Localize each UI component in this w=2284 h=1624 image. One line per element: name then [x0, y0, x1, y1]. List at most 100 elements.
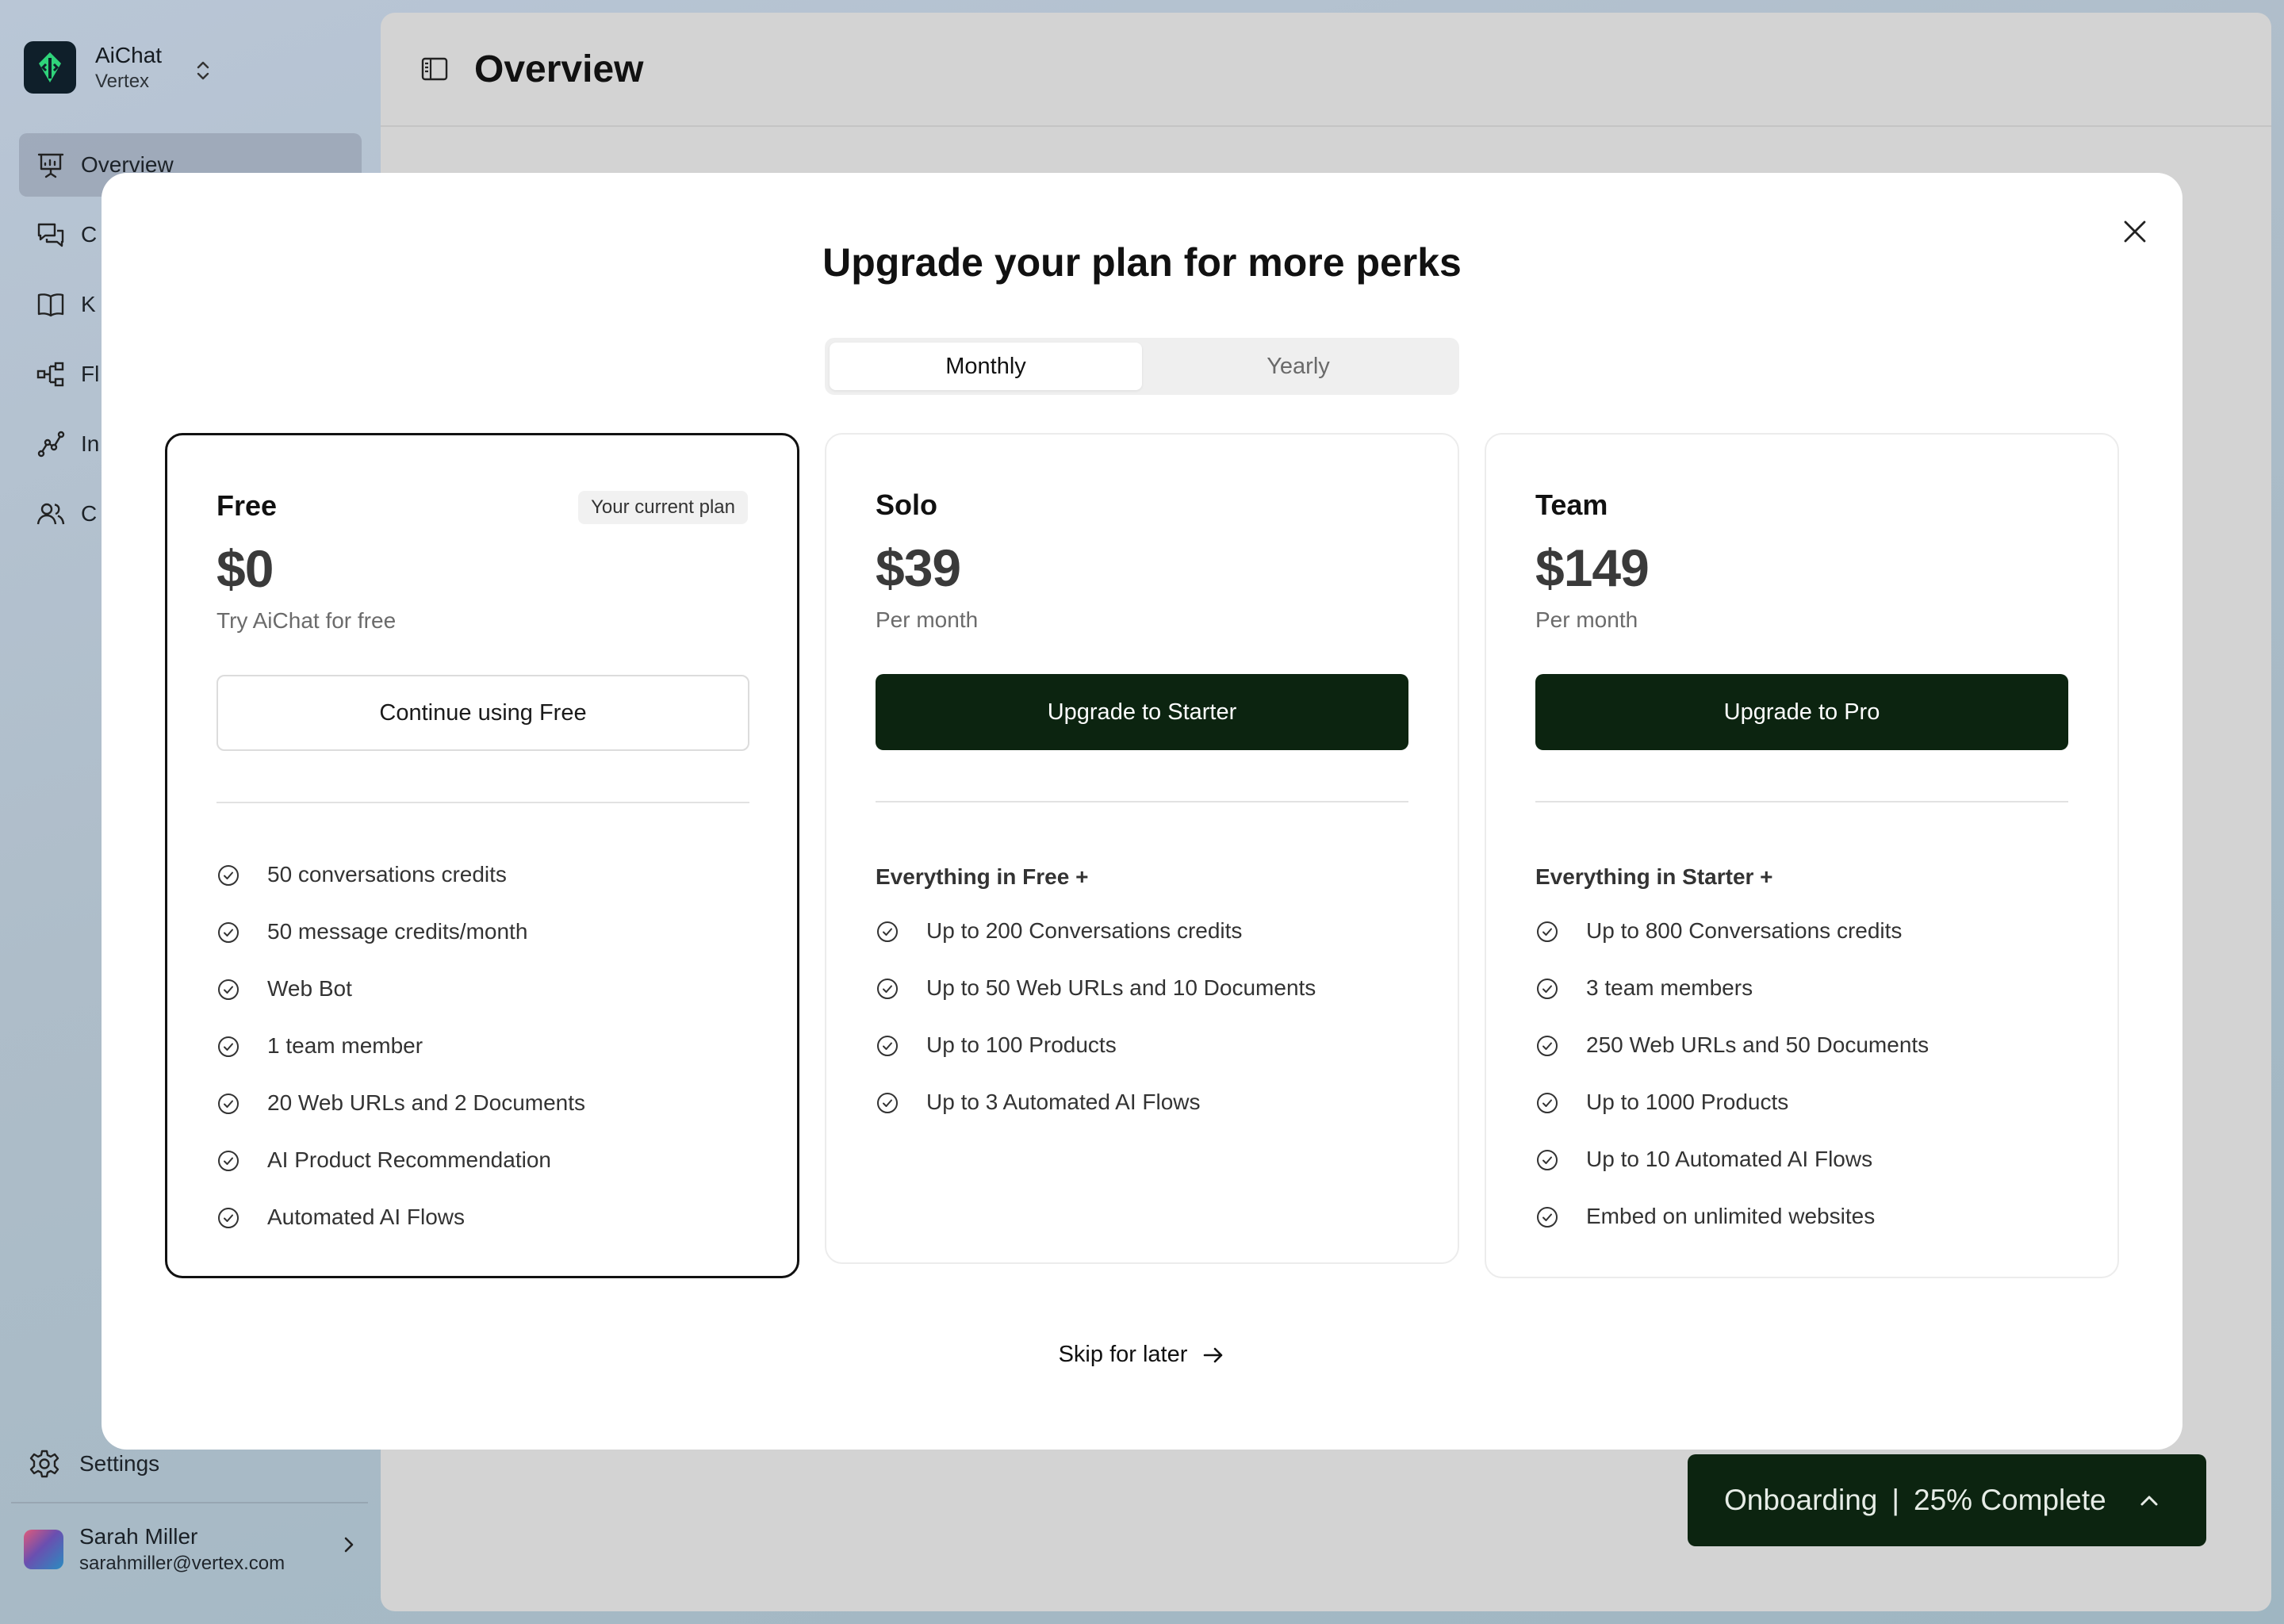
feature-item: 250 Web URLs and 50 Documents: [1535, 1026, 2068, 1083]
app-name: AiChat: [95, 43, 163, 67]
gear-icon: [29, 1450, 59, 1478]
upgrade-pro-button[interactable]: Upgrade to Pro: [1535, 674, 2068, 750]
feature-label: 50 message credits/month: [267, 919, 528, 944]
sidebar-item-label: C: [81, 501, 98, 526]
sidebar-item-label: K: [81, 292, 96, 316]
feature-label: Up to 1000 Products: [1586, 1090, 1789, 1114]
skip-for-later-link[interactable]: Skip for later: [102, 1342, 2182, 1368]
onboarding-progress-button[interactable]: Onboarding | 25% Complete: [1688, 1454, 2206, 1546]
feature-item: Up to 50 Web URLs and 10 Documents: [876, 969, 1408, 1026]
toggle-yearly[interactable]: Yearly: [1142, 343, 1454, 390]
page-title: Overview: [474, 48, 644, 90]
feature-item: Up to 3 Automated AI Flows: [876, 1083, 1408, 1140]
plan-name: Solo: [876, 488, 937, 521]
workspace-switcher[interactable]: AiChat Vertex: [24, 41, 162, 94]
arrow-right-icon: [1204, 1347, 1223, 1362]
aichat-logo: [24, 41, 76, 94]
check-circle-icon: [1537, 1036, 1558, 1056]
feature-label: 250 Web URLs and 50 Documents: [1586, 1032, 1930, 1057]
feature-item: Up to 200 Conversations credits: [876, 912, 1408, 969]
feature-item: Automated AI Flows: [217, 1198, 749, 1255]
check-circle-icon: [218, 1036, 239, 1057]
feature-label: Embed on unlimited websites: [1586, 1204, 1876, 1228]
check-circle-icon: [1537, 1093, 1558, 1113]
feature-label: Up to 100 Products: [926, 1032, 1117, 1057]
sidebar-toggle-icon[interactable]: [419, 53, 450, 85]
toggle-monthly[interactable]: Monthly: [830, 343, 1142, 390]
feature-item: 50 conversations credits: [217, 856, 749, 913]
chevron-up-icon: [2140, 1496, 2158, 1506]
card-divider: [876, 801, 1408, 802]
check-circle-icon: [218, 865, 239, 886]
check-circle-icon: [218, 979, 239, 1000]
check-circle-icon: [877, 921, 898, 942]
chevron-right-icon[interactable]: [341, 1534, 357, 1560]
feature-label: 3 team members: [1586, 975, 1753, 1000]
workspace-name: Vertex: [95, 71, 150, 92]
sidebar-divider: [11, 1502, 368, 1503]
sidebar-item-label: C: [81, 222, 98, 247]
page-header: Overview: [381, 13, 2271, 127]
features-heading: Everything in Free +: [876, 864, 1089, 889]
check-circle-icon: [218, 1208, 239, 1228]
sidebar-item-label: In: [81, 431, 100, 456]
billing-period-toggle: Monthly Yearly: [825, 338, 1459, 395]
onboarding-progress: 25% Complete: [1914, 1484, 2106, 1516]
feature-item: Up to 100 Products: [876, 1026, 1408, 1083]
flow-icon: [36, 362, 64, 387]
settings-link[interactable]: Settings: [29, 1448, 159, 1480]
plan-card-solo: Solo $39 Per month Upgrade to Starter Ev…: [825, 433, 1459, 1264]
check-circle-icon: [1537, 921, 1558, 942]
feature-label: Up to 3 Automated AI Flows: [926, 1090, 1201, 1114]
onboarding-label: Onboarding: [1724, 1484, 1878, 1516]
chevron-up-down-icon[interactable]: [194, 59, 213, 86]
card-divider: [217, 802, 749, 803]
feature-item: 1 team member: [217, 1027, 749, 1084]
user-name: Sarah Miller: [79, 1524, 198, 1549]
plan-subtitle: Per month: [876, 607, 979, 632]
card-divider: [1535, 801, 2068, 802]
plan-price: $0: [217, 539, 274, 598]
feature-item: Up to 800 Conversations credits: [1535, 912, 2068, 969]
sidebar-item-label: Fl: [81, 362, 100, 386]
feature-item: Up to 1000 Products: [1535, 1083, 2068, 1140]
feature-label: 50 conversations credits: [267, 862, 507, 887]
user-email: sarahmiller@vertex.com: [79, 1553, 286, 1574]
feature-item: AI Product Recommendation: [217, 1141, 749, 1198]
check-circle-icon: [877, 1036, 898, 1056]
check-circle-icon: [1537, 1207, 1558, 1228]
feature-item: Up to 10 Automated AI Flows: [1535, 1140, 2068, 1197]
upgrade-plan-modal: Upgrade your plan for more perks Monthly…: [102, 173, 2182, 1450]
feature-label: Up to 50 Web URLs and 10 Documents: [926, 975, 1316, 1000]
check-circle-icon: [218, 1151, 239, 1171]
feature-item: 20 Web URLs and 2 Documents: [217, 1084, 749, 1141]
feature-item: Embed on unlimited websites: [1535, 1197, 2068, 1254]
book-icon: [37, 293, 64, 317]
feature-item: 50 message credits/month: [217, 913, 749, 970]
user-menu[interactable]: Sarah Miller sarahmiller@vertex.com: [24, 1522, 357, 1576]
feature-label: AI Product Recommendation: [267, 1147, 551, 1172]
feature-list: 50 conversations credits 50 message credi…: [217, 856, 749, 1255]
settings-label: Settings: [79, 1451, 160, 1476]
feature-label: Up to 800 Conversations credits: [1586, 918, 1903, 943]
feature-label: Up to 200 Conversations credits: [926, 918, 1243, 943]
plan-card-free: Free Your current plan $0 Try AiChat for…: [165, 433, 799, 1278]
feature-label: 1 team member: [267, 1033, 423, 1058]
onboarding-separator: |: [1891, 1484, 1899, 1516]
presentation-icon: [37, 153, 64, 178]
plan-price: $39: [876, 538, 961, 597]
check-circle-icon: [1537, 979, 1558, 999]
users-icon: [36, 503, 65, 525]
continue-free-button[interactable]: Continue using Free: [217, 675, 749, 751]
feature-label: Automated AI Flows: [267, 1205, 466, 1229]
feature-item: 3 team members: [1535, 969, 2068, 1026]
check-circle-icon: [218, 922, 239, 943]
plan-subtitle: Per month: [1535, 607, 1638, 632]
feature-list: Everything in Free + Up to 200 Conversati…: [876, 855, 1408, 1140]
check-circle-icon: [877, 979, 898, 999]
upgrade-starter-button[interactable]: Upgrade to Starter: [876, 674, 1408, 750]
current-plan-badge: Your current plan: [578, 491, 748, 524]
check-circle-icon: [877, 1093, 898, 1113]
insights-icon: [37, 431, 65, 458]
plan-name: Team: [1535, 488, 1608, 521]
